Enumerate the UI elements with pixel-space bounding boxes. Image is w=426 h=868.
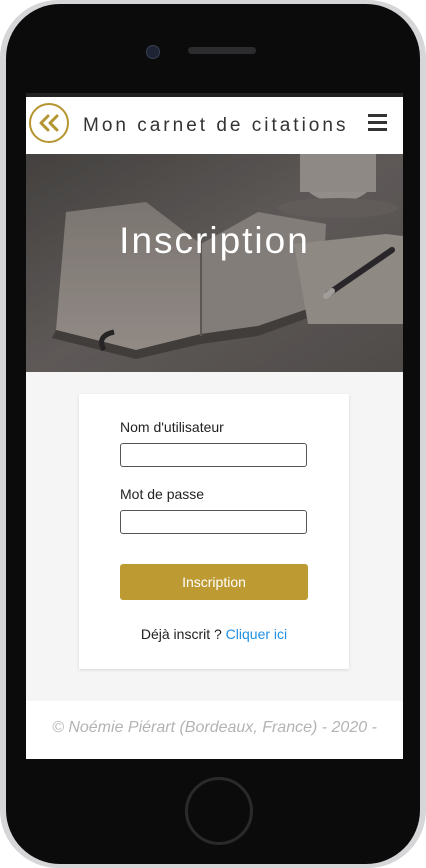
page-footer: © Noémie Piérart (Bordeaux, France) - 20…: [26, 701, 403, 759]
signup-button[interactable]: Inscription: [120, 564, 308, 600]
app-screen: Mon carnet de citations Inscription Nom …: [26, 93, 403, 759]
already-registered-text: Déjà inscrit ?: [140, 626, 226, 642]
speaker-grille: [188, 47, 256, 54]
username-label: Nom d'utilisateur: [120, 419, 224, 435]
app-title: Mon carnet de citations: [83, 115, 349, 136]
login-link[interactable]: Cliquer ici: [226, 626, 287, 642]
double-chevron-left-icon: [39, 114, 59, 132]
hamburger-menu-icon[interactable]: [368, 114, 387, 132]
login-prompt: Déjà inscrit ? Cliquer ici: [79, 626, 349, 642]
copyright-text: © Noémie Piérart (Bordeaux, France) - 20…: [52, 719, 377, 736]
password-label: Mot de passe: [120, 486, 205, 502]
app-header: Mon carnet de citations: [26, 97, 403, 154]
page-title: Inscription: [119, 220, 310, 261]
password-input[interactable]: [120, 510, 307, 534]
hero-banner: Inscription: [26, 154, 403, 372]
back-button[interactable]: [29, 103, 69, 143]
hero-background-image: [26, 154, 403, 372]
home-button[interactable]: [185, 777, 253, 845]
signup-form-card: Nom d'utilisateur Mot de passe Inscripti…: [79, 394, 349, 669]
username-input[interactable]: [120, 443, 307, 467]
camera-icon: [146, 45, 160, 59]
